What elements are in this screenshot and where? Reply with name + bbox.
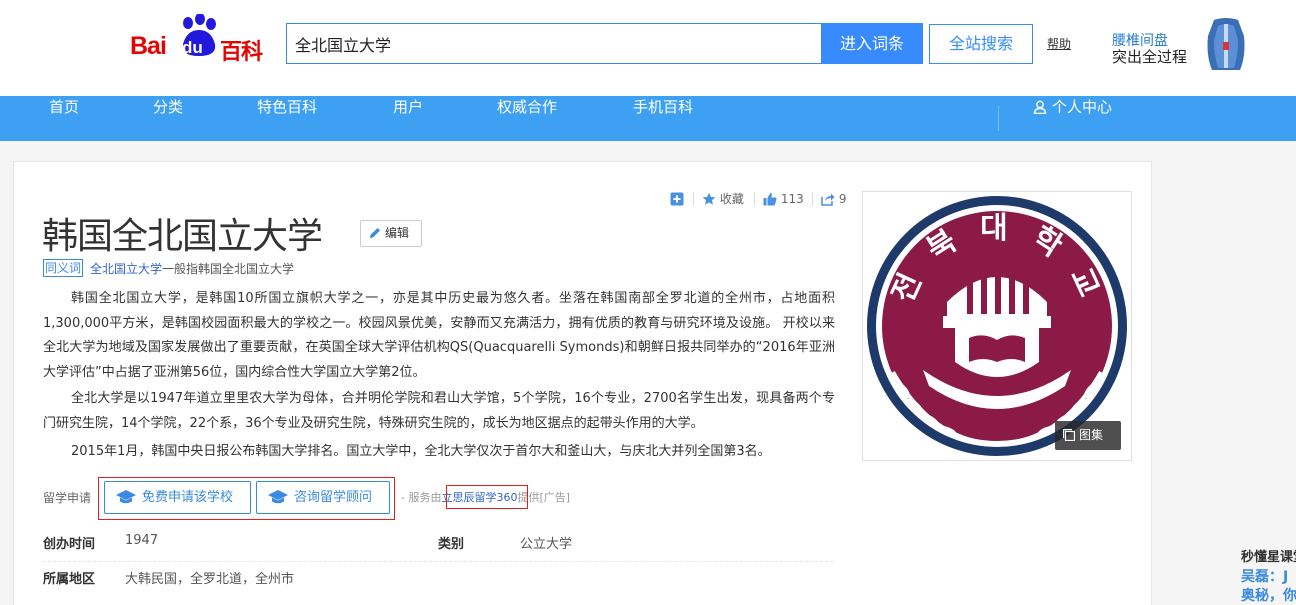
- star-icon: [702, 192, 716, 205]
- gallery-button[interactable]: 图集: [1055, 421, 1121, 450]
- info-row: 创办时间 1947 类别 公立大学: [43, 525, 833, 562]
- synonym-tag: 同义词: [43, 259, 84, 277]
- info-key: 类别: [438, 537, 465, 552]
- gallery-icon: [1063, 429, 1076, 442]
- side-link[interactable]: 奥秘，你: [1241, 585, 1296, 605]
- tool-separator: [812, 192, 813, 206]
- search-input[interactable]: [286, 23, 822, 64]
- summary-paragraph: 韩国全北国立大学，是韩国10所国立旗帜大学之一，亦是其中历史最为悠久者。坐落在韩…: [43, 291, 835, 380]
- top-header: Bai du 百科 进入词条 全站搜索 帮助 腰椎间盘 突出全过程: [0, 0, 1296, 96]
- nav-user-center[interactable]: 个人中心: [1033, 96, 1112, 141]
- edit-button[interactable]: 编辑: [360, 220, 422, 247]
- page-title: 韩国全北国立大学: [42, 216, 323, 257]
- synonym-text: 一般指韩国全北国立大学: [162, 262, 295, 276]
- info-value: 公立大学: [520, 537, 573, 552]
- main-nav: 首页 分类 特色百科 用户 权威合作 手机百科 个人中心: [0, 96, 1296, 141]
- enter-entry-button[interactable]: 进入词条: [821, 23, 923, 64]
- study-abroad-label: 留学申请: [43, 491, 92, 505]
- logo-bai-text: Bai: [130, 32, 167, 60]
- nav-divider: [998, 106, 999, 131]
- free-apply-label: 免费申请该学校: [142, 490, 234, 505]
- side-link[interactable]: 吴磊：J: [1241, 566, 1288, 586]
- user-icon: [1033, 100, 1047, 114]
- share-tool[interactable]: 9: [821, 190, 846, 208]
- add-tool[interactable]: [670, 190, 684, 208]
- share-count: 9: [838, 192, 847, 206]
- consult-advisor-label: 咨询留学顾问: [294, 490, 373, 505]
- like-tool[interactable]: 113: [763, 190, 804, 208]
- pencil-icon: [370, 228, 380, 238]
- side-section-title: 秒懂星课堂: [1241, 550, 1296, 565]
- summary-image[interactable]: 전 북 대 학 교 图集: [862, 191, 1132, 461]
- tool-separator: [693, 192, 694, 206]
- like-count: 113: [780, 192, 804, 206]
- logo-du-text: du: [182, 38, 203, 57]
- university-emblem: 전 북 대 학 교: [867, 196, 1127, 456]
- baidu-baike-logo[interactable]: Bai du 百科: [130, 14, 270, 65]
- site-search-button[interactable]: 全站搜索: [929, 24, 1033, 64]
- service-prefix: - 服务由: [401, 491, 442, 504]
- nav-home[interactable]: 首页: [49, 96, 79, 141]
- gallery-label: 图集: [1079, 428, 1104, 442]
- info-key: 所属地区: [43, 572, 96, 587]
- summary-paragraph: 全北大学是以1947年道立里里农大学为母体，合并明伦学院和君山大学馆，5个学院，…: [43, 391, 835, 431]
- tool-separator: [754, 192, 755, 206]
- plus-square-icon: [670, 192, 684, 206]
- free-apply-button[interactable]: 免费申请该学校: [104, 481, 251, 514]
- nav-users[interactable]: 用户: [393, 96, 423, 141]
- info-key: 创办时间: [43, 537, 96, 552]
- nav-mobile[interactable]: 手机百科: [633, 96, 693, 141]
- info-row: 所属地区 大韩民国，全罗北道，全州市: [43, 560, 833, 597]
- share-icon: [821, 193, 835, 206]
- ad-line2[interactable]: 突出全过程: [1112, 46, 1187, 67]
- logo-baike-text: 百科: [220, 40, 263, 65]
- help-link[interactable]: 帮助: [1047, 35, 1071, 52]
- nav-authority[interactable]: 权威合作: [497, 96, 557, 141]
- summary-paragraph: 2015年1月，韩国中央日报公布韩国大学排名。国立大学中，全北大学仅次于首尔大和…: [71, 444, 771, 459]
- graduation-cap-icon: [268, 490, 288, 504]
- spine-ad-image[interactable]: [1200, 16, 1252, 72]
- graduation-cap-icon: [116, 490, 136, 504]
- collect-tool[interactable]: 收藏: [702, 190, 744, 208]
- thumbs-up-icon: [763, 192, 777, 206]
- edit-label: 编辑: [385, 226, 410, 240]
- nav-category[interactable]: 分类: [153, 96, 183, 141]
- info-value: 大韩民国，全罗北道，全州市: [125, 572, 295, 587]
- consult-advisor-button[interactable]: 咨询留学顾问: [256, 481, 390, 514]
- info-value: 1947: [125, 533, 159, 548]
- highlight-box: [446, 485, 528, 509]
- user-center-label: 个人中心: [1052, 98, 1113, 116]
- synonym-link[interactable]: 全北国立大学: [90, 260, 162, 277]
- collect-label: 收藏: [719, 192, 744, 206]
- nav-featured[interactable]: 特色百科: [257, 96, 317, 141]
